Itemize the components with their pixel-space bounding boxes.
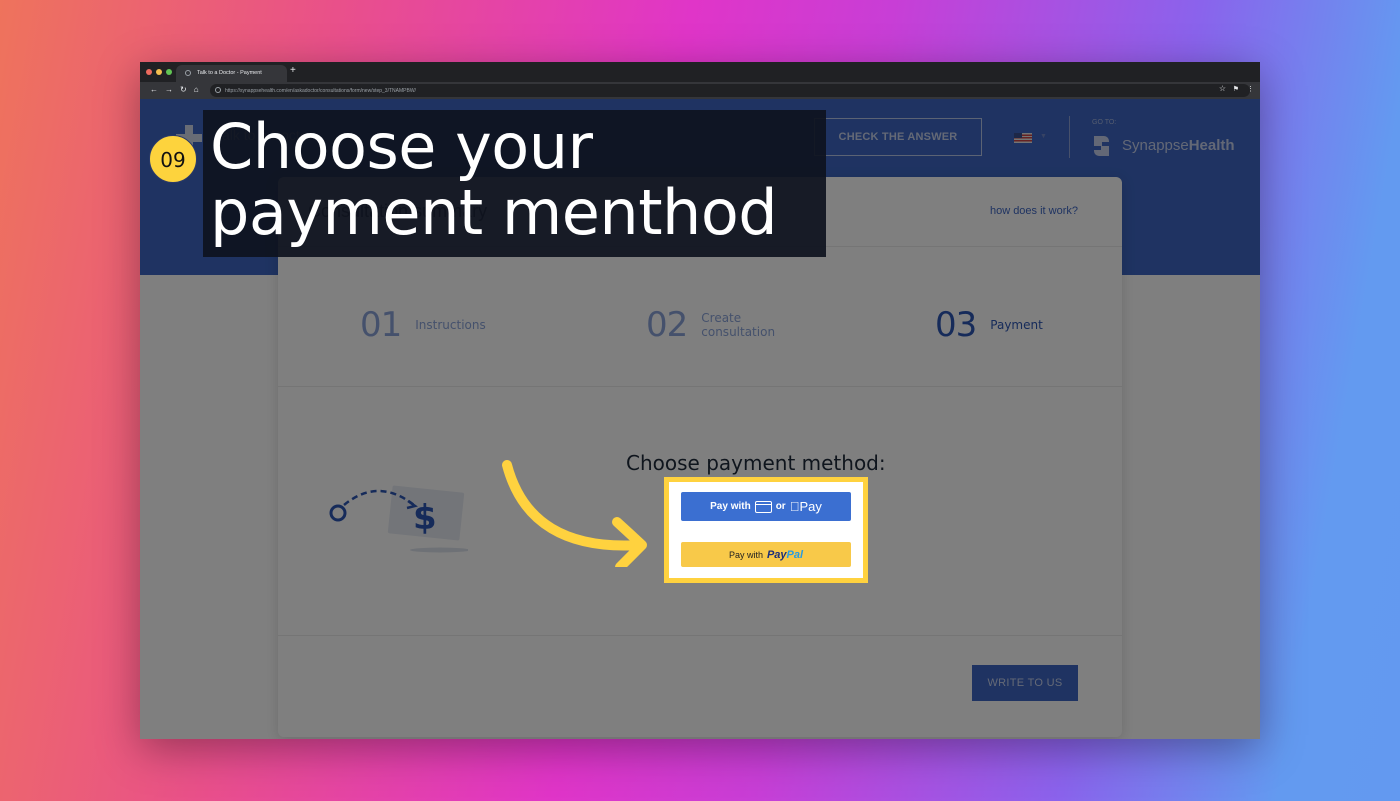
site-info-icon[interactable]	[215, 87, 221, 93]
tab-bar: Talk to a Doctor - Payment +	[140, 62, 1260, 82]
address-bar[interactable]: https://synappsehealth.com/en/askadoctor…	[210, 84, 1250, 97]
tutorial-caption: Choose your payment menthod	[210, 110, 778, 249]
url-text: https://synappsehealth.com/en/askadoctor…	[225, 87, 416, 94]
browser-toolbar: ← → ↻ ⌂ https://synappsehealth.com/en/as…	[140, 82, 1260, 99]
globe-icon	[185, 70, 191, 76]
back-icon[interactable]: ←	[150, 85, 158, 94]
home-icon[interactable]: ⌂	[194, 85, 199, 94]
pay-with-paypal-button[interactable]: Pay with PayPal	[681, 542, 851, 567]
pay-with-label: Pay with	[728, 549, 763, 560]
minimize-window-button[interactable]	[156, 69, 162, 75]
pay-with-card-or-applepay-button[interactable]: Pay with or Pay	[681, 492, 851, 521]
paypal-logo: PayPal	[767, 549, 803, 561]
new-tab-button[interactable]: +	[290, 65, 296, 76]
reload-icon[interactable]: ↻	[180, 85, 187, 94]
browser-tab[interactable]: Talk to a Doctor - Payment	[176, 65, 287, 82]
or-label: or	[775, 501, 786, 512]
credit-card-icon	[754, 500, 772, 513]
apple-pay-text: Pay	[794, 499, 821, 514]
paypal-pay-text: Pay	[766, 548, 787, 561]
apple-icon: 	[790, 499, 800, 514]
extensions-icon[interactable]: ⚑	[1233, 85, 1239, 93]
apple-pay-logo: Pay	[790, 499, 822, 514]
window-controls	[146, 69, 172, 75]
maximize-window-button[interactable]	[166, 69, 172, 75]
menu-dots-icon[interactable]: ⋮	[1247, 85, 1254, 93]
curved-arrow-icon	[502, 460, 647, 567]
close-window-button[interactable]	[146, 69, 152, 75]
forward-icon[interactable]: →	[165, 85, 173, 94]
paypal-pal-text: Pal	[786, 548, 804, 561]
step-number-badge: 09	[149, 135, 197, 183]
tab-title: Talk to a Doctor - Payment	[197, 70, 262, 76]
payment-options-highlight: Pay with or Pay Pay with PayPal	[664, 477, 868, 583]
pay-with-label: Pay with	[710, 501, 751, 512]
bookmark-star-icon[interactable]: ☆	[1219, 84, 1226, 93]
